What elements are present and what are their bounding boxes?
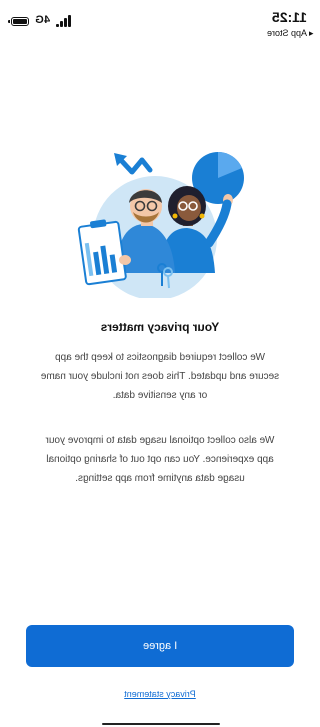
signal-icon bbox=[55, 15, 71, 27]
page-title: Your privacy matters bbox=[100, 320, 220, 334]
required-diagnostics-text: We collect required diagnostics to keep … bbox=[40, 352, 280, 401]
privacy-screen: 4G 11:25 ◂ App Store Your privacy matter… bbox=[0, 0, 320, 727]
clipboard-chart-icon bbox=[77, 219, 127, 286]
agree-button-label: I agree bbox=[142, 640, 178, 652]
agree-button[interactable]: I agree bbox=[26, 625, 294, 667]
network-type: 4G bbox=[35, 14, 51, 26]
status-bar: 4G 11:25 ◂ App Store bbox=[0, 0, 320, 40]
status-time: 11:25 bbox=[271, 9, 307, 25]
trend-arrow-icon bbox=[116, 155, 153, 175]
home-indicator[interactable] bbox=[102, 723, 220, 725]
privacy-statement-link[interactable]: Privacy statement bbox=[0, 689, 320, 699]
back-to-app-store-link[interactable]: ◂ App Store bbox=[267, 28, 314, 39]
optional-usage-text: We also collect optional usage data to i… bbox=[45, 435, 275, 484]
privacy-illustration bbox=[77, 152, 244, 298]
battery-icon bbox=[8, 17, 29, 26]
